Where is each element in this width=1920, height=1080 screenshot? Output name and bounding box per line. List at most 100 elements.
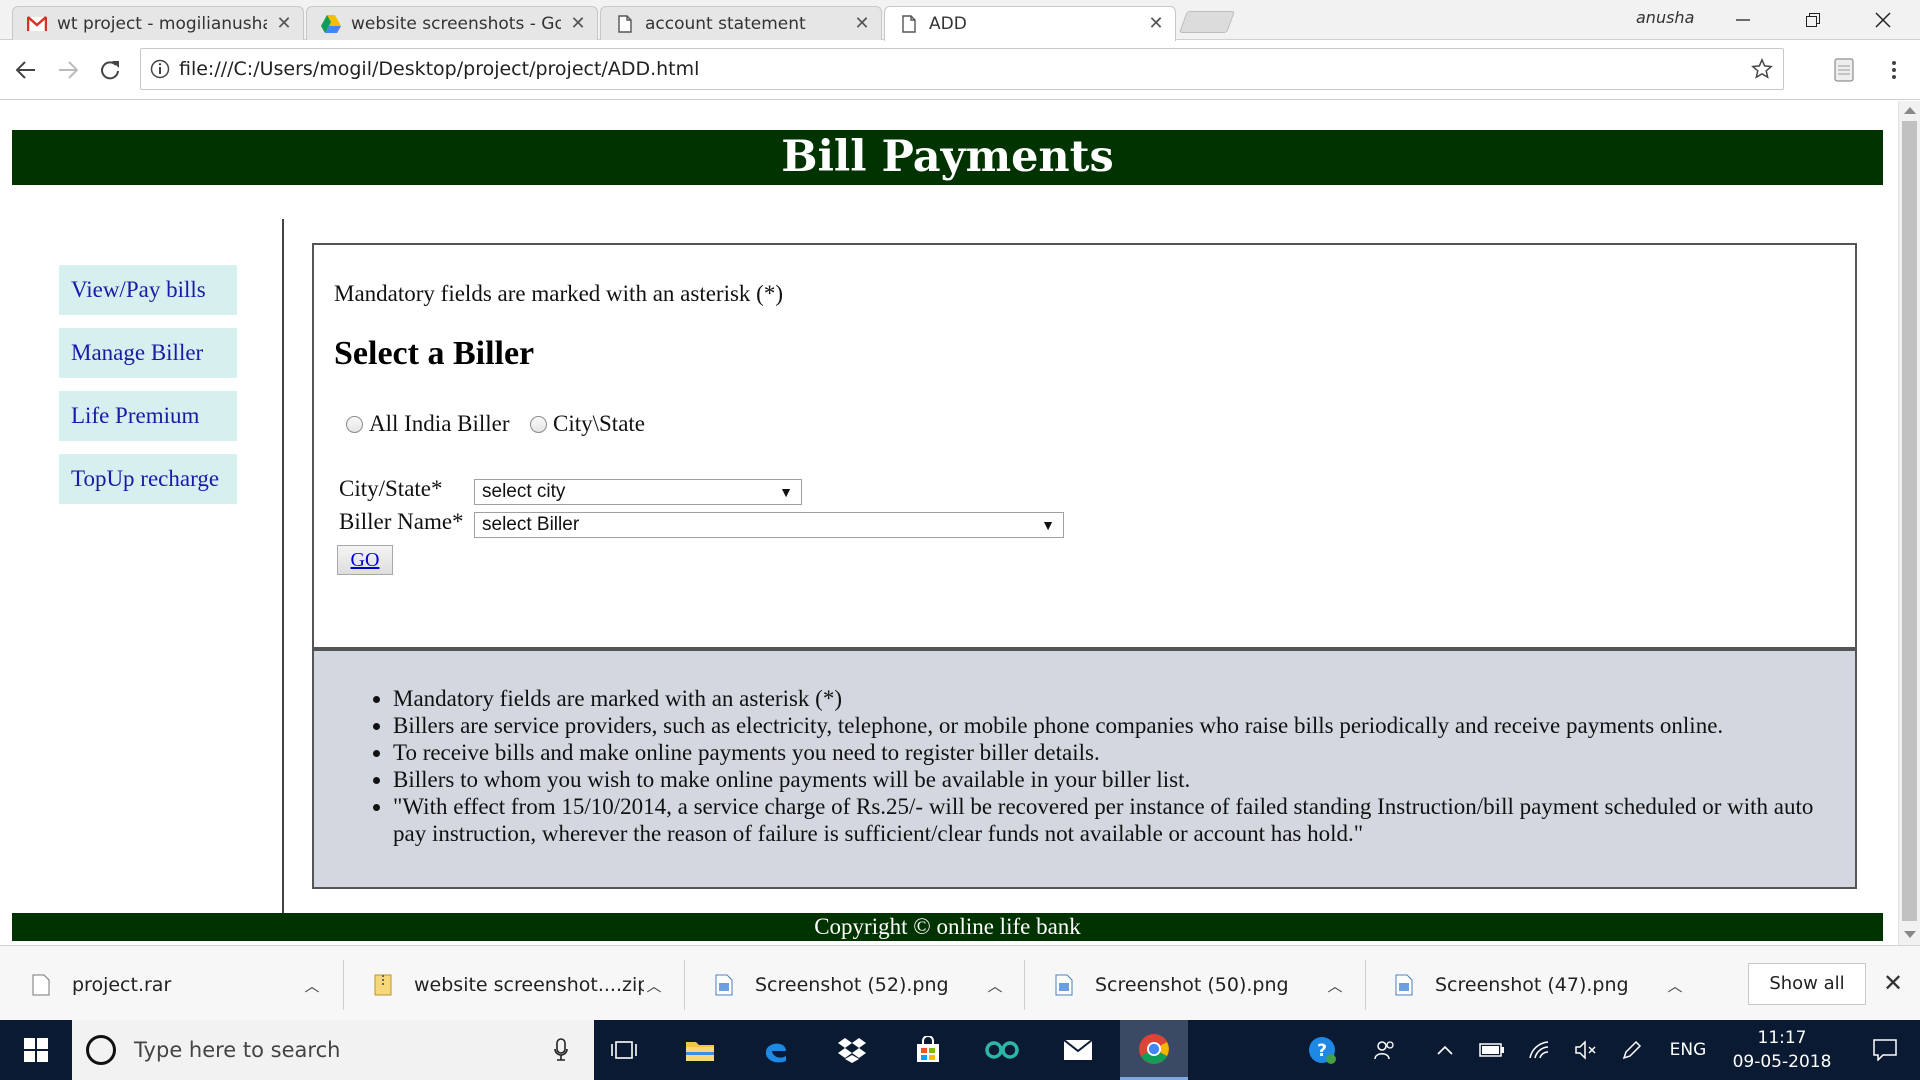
google-drive-icon [321, 14, 341, 34]
close-icon[interactable]: ✕ [1880, 970, 1906, 996]
sidebar-item-topup-recharge[interactable]: TopUp recharge [59, 454, 237, 504]
page-scrollbar[interactable] [1898, 101, 1920, 945]
restore-icon[interactable] [1784, 0, 1842, 40]
go-button[interactable]: GO [337, 545, 393, 575]
file-explorer-icon[interactable] [670, 1020, 730, 1080]
dropdown-arrow-icon: ▼ [779, 484, 793, 500]
tab-account-statement[interactable]: account statement ✕ [600, 6, 882, 40]
download-item-project-rar[interactable]: project.rar ︿ [30, 962, 322, 1008]
reload-icon[interactable] [92, 52, 128, 88]
menu-kebab-icon[interactable] [1876, 52, 1912, 88]
minimize-icon[interactable] [1714, 0, 1772, 40]
people-icon[interactable] [1365, 1020, 1405, 1080]
notifications-icon[interactable] [1850, 1020, 1920, 1080]
close-icon[interactable]: ✕ [275, 14, 293, 33]
gmail-icon [27, 14, 47, 34]
download-item-screenshot-52[interactable]: Screenshot (52).png ︿ [713, 962, 1005, 1008]
sidebar-item-life-premium[interactable]: Life Premium [59, 391, 237, 441]
taskbar-search-box[interactable]: Type here to search [72, 1020, 594, 1080]
chevron-up-icon[interactable]: ︿ [644, 975, 664, 996]
new-tab-button[interactable] [1178, 11, 1236, 33]
close-icon[interactable]: ✕ [569, 14, 587, 33]
radio-all-india-biller[interactable] [346, 416, 363, 433]
chevron-up-icon[interactable]: ︿ [985, 975, 1005, 996]
show-all-button[interactable]: Show all [1748, 963, 1866, 1005]
forward-arrow-icon[interactable] [50, 52, 86, 88]
city-state-label: City/State* [339, 476, 443, 501]
chevron-up-icon[interactable]: ︿ [302, 975, 322, 996]
document-icon [899, 14, 919, 34]
download-item-screenshot-47[interactable]: Screenshot (47).png ︿ [1393, 962, 1685, 1008]
download-item-website-zip[interactable]: website screenshot....zip ︿ [372, 962, 664, 1008]
tab-add[interactable]: ADD ✕ [884, 6, 1176, 41]
download-filename: project.rar [72, 974, 172, 996]
download-item-screenshot-50[interactable]: Screenshot (50).png ︿ [1053, 962, 1345, 1008]
chrome-icon[interactable] [1120, 1020, 1188, 1080]
tab-google-drive[interactable]: website screenshots - Go ✕ [306, 6, 598, 40]
divider [343, 960, 344, 1010]
radio-city-state[interactable] [530, 416, 547, 433]
cortana-icon [86, 1035, 116, 1065]
image-icon [1053, 972, 1075, 998]
browser-tab-strip: wt project - mogilianusha ✕ website scre… [0, 0, 1920, 41]
arduino-icon[interactable] [972, 1020, 1032, 1080]
image-icon [713, 972, 735, 998]
help-icon[interactable]: ? [1302, 1020, 1342, 1080]
tab-gmail[interactable]: wt project - mogilianusha ✕ [12, 6, 304, 40]
close-icon[interactable]: ✕ [1147, 15, 1165, 33]
store-icon[interactable] [898, 1020, 958, 1080]
scroll-thumb[interactable] [1902, 121, 1917, 921]
download-shelf: project.rar ︿ website screenshot....zip … [0, 945, 1920, 1020]
tab-title: account statement [645, 13, 806, 34]
sidebar-item-view-pay-bills[interactable]: View/Pay bills [59, 265, 237, 315]
microphone-icon[interactable] [546, 1038, 576, 1062]
download-filename: Screenshot (52).png [755, 974, 949, 996]
biller-name-label: Biller Name* [339, 509, 464, 534]
address-bar[interactable]: file:///C:/Users/mogil/Desktop/project/p… [140, 48, 1784, 90]
city-select[interactable]: select city ▼ [474, 479, 802, 505]
tab-title: website screenshots - Go [351, 13, 561, 34]
profile-name[interactable]: anusha [1636, 8, 1694, 27]
tab-title: ADD [929, 14, 967, 34]
scroll-down-arrow-icon[interactable] [1904, 931, 1916, 938]
windows-start-icon[interactable] [0, 1020, 72, 1080]
wifi-icon[interactable] [1520, 1020, 1560, 1080]
pen-icon[interactable] [1612, 1020, 1652, 1080]
city-select-value: select city [482, 481, 566, 502]
biller-select-value: select Biller [482, 514, 580, 535]
download-filename: website screenshot....zip [414, 974, 644, 996]
radio-label-city-state: City\State [553, 411, 645, 436]
scroll-up-arrow-icon[interactable] [1904, 107, 1916, 114]
svg-text:?: ? [1317, 1041, 1327, 1061]
info-bullet: Billers to whom you wish to make online … [393, 766, 1823, 793]
clock-date: 09-05-2018 [1732, 1052, 1832, 1072]
biller-select[interactable]: select Biller ▼ [474, 512, 1064, 538]
radio-label-all-india-biller: All India Biller [369, 411, 510, 436]
taskbar-clock[interactable]: 11:17 09-05-2018 [1722, 1026, 1842, 1074]
extension-icon[interactable] [1826, 52, 1862, 88]
divider [1365, 960, 1366, 1010]
close-icon[interactable]: ✕ [853, 14, 871, 33]
close-window-icon[interactable] [1854, 0, 1912, 40]
url-text[interactable]: file:///C:/Users/mogil/Desktop/project/p… [179, 58, 1747, 80]
info-bullet: To receive bills and make online payment… [393, 739, 1823, 766]
edge-browser-icon[interactable] [746, 1020, 806, 1080]
battery-icon[interactable] [1472, 1020, 1512, 1080]
chevron-up-icon[interactable]: ︿ [1665, 975, 1685, 996]
chevron-up-icon[interactable]: ︿ [1325, 975, 1345, 996]
bookmark-star-icon[interactable] [1747, 54, 1777, 84]
dropdown-arrow-icon: ▼ [1041, 517, 1055, 533]
back-arrow-icon[interactable] [8, 52, 44, 88]
dropbox-icon[interactable] [822, 1020, 882, 1080]
sidebar-item-manage-biller[interactable]: Manage Biller [59, 328, 237, 378]
chevron-up-icon[interactable] [1425, 1020, 1465, 1080]
info-bullet: Billers are service providers, such as e… [393, 712, 1823, 739]
language-indicator[interactable]: ENG [1660, 1020, 1716, 1080]
volume-muted-icon[interactable] [1566, 1020, 1606, 1080]
divider [684, 960, 685, 1010]
browser-toolbar: file:///C:/Users/mogil/Desktop/project/p… [0, 40, 1920, 100]
page-title-banner: Bill Payments [12, 130, 1883, 185]
task-view-icon[interactable] [594, 1020, 654, 1080]
info-icon[interactable] [149, 58, 171, 80]
mail-icon[interactable] [1048, 1020, 1108, 1080]
